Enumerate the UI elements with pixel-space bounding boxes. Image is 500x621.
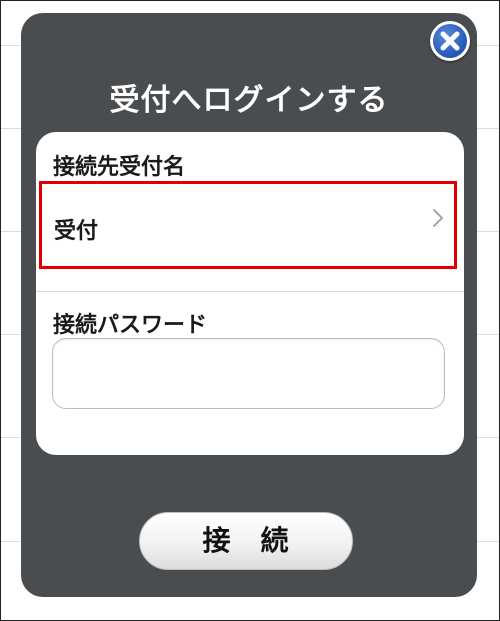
password-input[interactable] — [52, 338, 445, 409]
destination-selector[interactable]: 受付 — [39, 181, 457, 269]
chevron-right-icon — [433, 209, 443, 227]
screen-frame: 受付へログインする 接続先受付名 受付 接続パスワード 接 続 — [0, 0, 500, 621]
form-divider — [36, 291, 464, 292]
destination-label: 接続先受付名 — [53, 155, 186, 180]
close-icon — [440, 31, 460, 51]
close-button[interactable] — [430, 21, 470, 61]
connect-button[interactable]: 接 続 — [139, 512, 353, 570]
password-label: 接続パスワード — [53, 313, 208, 338]
destination-value: 受付 — [54, 219, 99, 244]
dialog-title: 受付へログインする — [109, 83, 389, 118]
